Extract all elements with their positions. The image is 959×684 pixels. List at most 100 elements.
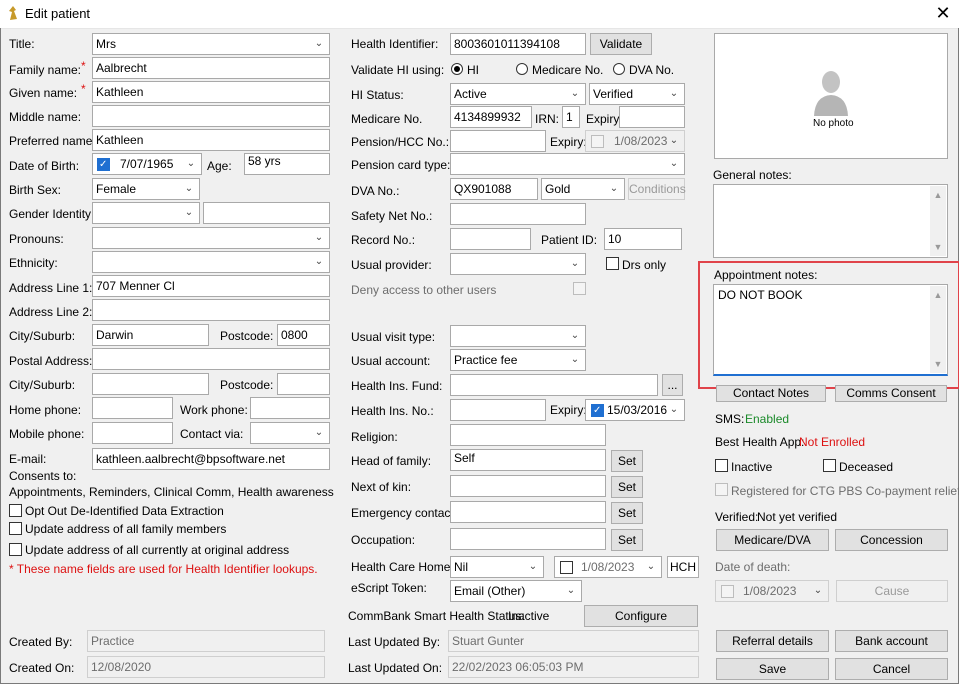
ctg-checkbox[interactable] [715, 483, 728, 496]
chevron-down-icon: ⌄ [184, 207, 194, 218]
dob-picker[interactable]: 7/07/1965 ⌄ [92, 153, 202, 175]
cancel-button[interactable]: Cancel [835, 658, 948, 680]
medicare-expiry-input[interactable] [619, 106, 685, 128]
postal-postcode-input[interactable] [277, 373, 330, 395]
date-of-death-checkbox[interactable] [721, 585, 734, 598]
address1-input[interactable]: 707 Menner Cl [92, 275, 330, 297]
medicare-dva-button[interactable]: Medicare/DVA [716, 529, 829, 551]
radio-medicare[interactable] [516, 63, 528, 75]
save-button[interactable]: Save [716, 658, 829, 680]
health-fund-input[interactable] [450, 374, 658, 396]
configure-button[interactable]: Configure [584, 605, 698, 627]
next-of-kin-input[interactable] [450, 475, 606, 497]
pension-input[interactable] [450, 130, 546, 152]
care-home-date-picker[interactable]: 1/08/2023 ⌄ [554, 556, 662, 578]
set-head-of-family-button[interactable]: Set [611, 450, 643, 472]
drs-only-checkbox[interactable] [606, 257, 619, 270]
comms-consent-button[interactable]: Comms Consent [835, 385, 947, 402]
scroll-up-icon[interactable]: ▲ [930, 288, 946, 302]
postal-address-input[interactable] [92, 348, 330, 370]
health-identifier-input[interactable]: 8003601011394108 [450, 33, 586, 55]
occupation-input[interactable] [450, 528, 606, 550]
home-phone-label: Home phone: [9, 403, 82, 417]
concession-button[interactable]: Concession [835, 529, 948, 551]
patient-photo[interactable]: No photo [714, 33, 948, 159]
dva-input[interactable]: QX901088 [450, 178, 538, 200]
scroll-up-icon[interactable]: ▲ [930, 188, 946, 202]
ins-expiry-checkbox[interactable] [591, 404, 604, 417]
city-input[interactable]: Darwin [92, 324, 209, 346]
set-next-of-kin-button[interactable]: Set [611, 476, 643, 498]
health-care-home-select[interactable]: Nil ⌄ [450, 556, 544, 578]
religion-input[interactable] [450, 424, 606, 446]
hch-button[interactable]: HCH [667, 556, 699, 578]
contact-notes-button[interactable]: Contact Notes [716, 385, 826, 402]
gender-identity-other-input[interactable] [203, 202, 330, 224]
middle-name-input[interactable] [92, 105, 330, 127]
pronouns-select[interactable]: ⌄ [92, 227, 330, 249]
inactive-checkbox[interactable] [715, 459, 728, 472]
health-fund-browse-button[interactable]: ... [662, 374, 683, 396]
update-family-checkbox[interactable] [9, 522, 22, 535]
deceased-checkbox[interactable] [823, 459, 836, 472]
escript-token-select[interactable]: Email (Other) ⌄ [450, 580, 582, 602]
ins-expiry-picker[interactable]: 15/03/2016 ⌄ [585, 399, 685, 421]
ethnicity-select[interactable]: ⌄ [92, 251, 330, 273]
scroll-down-icon[interactable]: ▼ [930, 240, 946, 254]
set-emergency-contact-button[interactable]: Set [611, 502, 643, 524]
dva-card-select[interactable]: Gold ⌄ [541, 178, 625, 200]
safety-net-input[interactable] [450, 203, 586, 225]
pension-expiry-checkbox[interactable] [591, 135, 604, 148]
mobile-phone-input[interactable] [92, 422, 173, 444]
home-phone-input[interactable] [92, 397, 173, 419]
appointment-notes-textarea[interactable]: DO NOT BOOK ▲ ▼ [713, 284, 948, 376]
referral-details-button[interactable]: Referral details [716, 630, 829, 652]
given-name-input[interactable]: Kathleen [92, 81, 330, 103]
set-occupation-button[interactable]: Set [611, 529, 643, 551]
hi-verified-select[interactable]: Verified ⌄ [589, 83, 685, 105]
medicare-input[interactable]: 4134899932 [450, 106, 532, 128]
title-select[interactable]: Mrs ⌄ [92, 33, 330, 55]
care-home-date-checkbox[interactable] [560, 561, 573, 574]
date-of-death-picker[interactable]: 1/08/2023 ⌄ [715, 580, 829, 602]
health-care-home-value: Nil [454, 560, 468, 574]
general-notes-textarea[interactable]: ▲ ▼ [713, 184, 948, 258]
bank-account-button[interactable]: Bank account [835, 630, 948, 652]
dob-checkbox[interactable] [97, 158, 110, 171]
validate-button[interactable]: Validate [590, 33, 652, 55]
visit-type-select[interactable]: ⌄ [450, 325, 586, 347]
birth-sex-select[interactable]: Female ⌄ [92, 178, 200, 200]
close-icon[interactable]: ✕ [932, 2, 954, 24]
head-of-family-input[interactable]: Self [450, 449, 606, 471]
update-all-checkbox[interactable] [9, 543, 22, 556]
radio-hi[interactable] [451, 63, 463, 75]
opt-out-checkbox[interactable] [9, 504, 22, 517]
contact-via-select[interactable]: ⌄ [250, 422, 330, 444]
conditions-button[interactable]: Conditions [628, 178, 686, 200]
appointment-notes-scrollbar[interactable]: ▲ ▼ [930, 286, 946, 373]
hi-status-select[interactable]: Active ⌄ [450, 83, 586, 105]
radio-dva[interactable] [613, 63, 625, 75]
deny-access-checkbox[interactable] [573, 282, 586, 295]
postcode-input[interactable]: 0800 [277, 324, 330, 346]
pension-expiry-picker[interactable]: 1/08/2023 ⌄ [585, 130, 685, 152]
postal-city-input[interactable] [92, 373, 209, 395]
patient-id-input[interactable]: 10 [604, 228, 682, 250]
emergency-contact-input[interactable] [450, 501, 606, 523]
family-name-input[interactable]: Aalbrecht [92, 57, 330, 79]
preferred-name-input[interactable]: Kathleen [92, 129, 330, 151]
general-notes-scrollbar[interactable]: ▲ ▼ [930, 186, 946, 256]
usual-account-select[interactable]: Practice fee ⌄ [450, 349, 586, 371]
ctg-label: Registered for CTG PBS Co-payment relief [731, 484, 959, 498]
scroll-down-icon[interactable]: ▼ [930, 357, 946, 371]
irn-input[interactable]: 1 [562, 106, 580, 128]
record-no-input[interactable] [450, 228, 531, 250]
gender-identity-select[interactable]: ⌄ [92, 202, 200, 224]
usual-provider-select[interactable]: ⌄ [450, 253, 586, 275]
pension-type-select[interactable]: ⌄ [450, 153, 685, 175]
health-ins-no-input[interactable] [450, 399, 546, 421]
work-phone-input[interactable] [250, 397, 330, 419]
address2-input[interactable] [92, 299, 330, 321]
email-input[interactable]: kathleen.aalbrecht@bpsoftware.net [92, 448, 330, 470]
cause-button[interactable]: Cause [836, 580, 948, 602]
